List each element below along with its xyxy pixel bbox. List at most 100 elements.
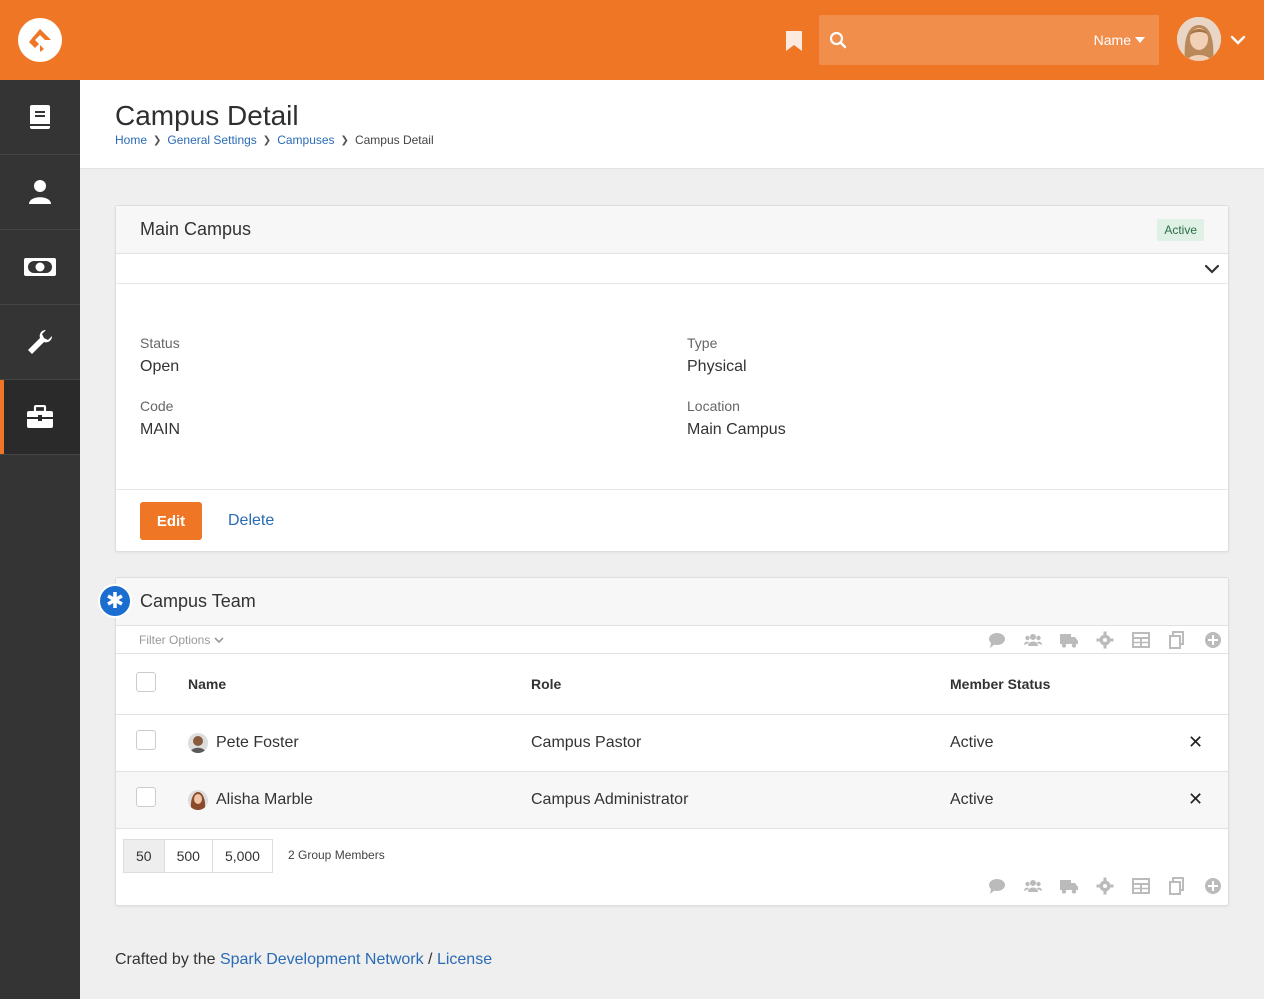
sidebar-item-settings[interactable] <box>0 380 80 455</box>
search-type-dropdown[interactable]: Name <box>1094 32 1145 48</box>
person-icon <box>29 180 51 204</box>
add-circle-icon[interactable] <box>1204 631 1222 649</box>
grid-toolbar-top <box>988 631 1222 649</box>
page-size-5000[interactable]: 5,000 <box>211 838 273 873</box>
user-avatar[interactable] <box>1177 17 1221 61</box>
sidebar-item-book[interactable] <box>0 80 80 155</box>
page-header: Campus Detail Home ❯ General Settings ❯ … <box>80 80 1264 169</box>
breadcrumb-current: Campus Detail <box>354 133 434 147</box>
panel-actions: Edit Delete <box>116 489 1228 552</box>
breadcrumb-chevron-icon: ❯ <box>340 134 349 146</box>
page-footer: Crafted by the Spark Development Network… <box>115 951 492 969</box>
sidebar-item-people[interactable] <box>0 155 80 230</box>
row-checkbox[interactable] <box>136 787 156 807</box>
spark-link[interactable]: Spark Development Network <box>220 951 424 968</box>
sidebar-item-admin-tools[interactable] <box>0 305 80 380</box>
caret-down-icon <box>1135 37 1145 43</box>
gear-icon[interactable] <box>1096 877 1114 895</box>
person-name: Alisha Marble <box>216 790 313 808</box>
table-icon[interactable] <box>1132 877 1150 895</box>
bookmark-icon[interactable] <box>785 30 803 52</box>
book-icon <box>30 105 50 129</box>
role-cell: Campus Pastor <box>531 714 950 772</box>
campus-team-panel: Campus Team Filter Options Name Role Mem… <box>115 577 1229 906</box>
page-size-50[interactable]: 50 <box>123 838 165 873</box>
code-label: Code <box>140 398 174 414</box>
type-label: Type <box>687 335 718 351</box>
grid-toolbar-bottom <box>988 876 1222 895</box>
member-status-cell: Active <box>950 771 1188 829</box>
delete-button[interactable]: Delete <box>228 512 274 530</box>
footer-prefix: Crafted by the <box>115 951 216 968</box>
comment-icon[interactable] <box>988 631 1006 649</box>
page-title: Campus Detail <box>115 100 299 131</box>
table-row[interactable]: Alisha Marble Campus Administrator Activ… <box>116 771 1228 829</box>
code-value: MAIN <box>140 421 180 438</box>
top-bar: Name <box>0 0 1264 80</box>
truck-icon[interactable] <box>1060 877 1078 895</box>
sidebar <box>0 80 80 999</box>
member-status-cell: Active <box>950 714 1188 772</box>
license-link[interactable]: License <box>437 951 492 968</box>
delete-row-icon[interactable]: ✕ <box>1188 789 1203 809</box>
chevron-down-icon[interactable] <box>1204 261 1220 277</box>
page-size-selector: 50 500 5,000 <box>123 838 273 873</box>
status-label: Status <box>140 335 180 351</box>
chevron-down-icon[interactable] <box>1230 32 1246 48</box>
briefcase-icon <box>27 405 53 428</box>
type-value: Physical <box>687 358 747 375</box>
panel-heading: Main Campus Active <box>116 206 1228 254</box>
campus-name-title: Main Campus <box>140 219 252 239</box>
rock-logo-icon[interactable] <box>18 18 62 62</box>
filter-options-toggle[interactable]: Filter Options <box>139 633 224 647</box>
sidebar-item-finance[interactable] <box>0 230 80 305</box>
grid-footer: 50 500 5,000 2 Group Members <box>116 829 1228 904</box>
breadcrumb-home[interactable]: Home <box>115 133 147 147</box>
truck-icon[interactable] <box>1060 631 1078 649</box>
search-input[interactable] <box>859 25 1089 55</box>
search-icon <box>829 31 847 49</box>
column-header-role[interactable]: Role <box>531 654 950 715</box>
campus-detail-panel: Main Campus Active Status Open Type Phys… <box>115 205 1229 552</box>
search-bar: Name <box>819 15 1159 65</box>
asterisk-icon: ✱ <box>98 584 132 618</box>
status-badge: Active <box>1157 219 1204 241</box>
campus-team-title: Campus Team <box>140 591 256 611</box>
users-icon[interactable] <box>1024 631 1042 649</box>
copy-icon[interactable] <box>1168 631 1186 649</box>
breadcrumb-chevron-icon: ❯ <box>153 134 162 146</box>
team-grid: Name Role Member Status Pete Foster Camp… <box>116 654 1228 829</box>
add-circle-icon[interactable] <box>1204 877 1222 895</box>
table-header-row: Name Role Member Status <box>116 654 1228 715</box>
person-cell: Pete Foster <box>188 732 531 753</box>
page-size-500[interactable]: 500 <box>163 838 213 873</box>
row-checkbox[interactable] <box>136 730 156 750</box>
copy-icon[interactable] <box>1168 876 1186 895</box>
gear-icon[interactable] <box>1096 631 1114 649</box>
wrench-icon <box>28 329 53 354</box>
breadcrumb: Home ❯ General Settings ❯ Campuses ❯ Cam… <box>115 133 434 147</box>
breadcrumb-general-settings[interactable]: General Settings <box>167 133 256 147</box>
filter-options-label: Filter Options <box>139 633 211 647</box>
panel-drawer-toggle[interactable] <box>116 254 1228 284</box>
delete-row-icon[interactable]: ✕ <box>1188 732 1203 752</box>
chevron-down-icon <box>214 637 224 644</box>
grid-filter-row: Filter Options <box>116 626 1228 654</box>
location-value: Main Campus <box>687 421 786 438</box>
avatar <box>188 789 208 810</box>
location-label: Location <box>687 398 740 414</box>
footer-separator: / <box>428 951 433 968</box>
table-icon[interactable] <box>1132 631 1150 649</box>
edit-button[interactable]: Edit <box>140 502 202 540</box>
avatar <box>188 732 208 753</box>
comment-icon[interactable] <box>988 877 1006 895</box>
money-icon <box>24 258 56 276</box>
select-all-checkbox[interactable] <box>136 672 156 693</box>
users-icon[interactable] <box>1024 877 1042 895</box>
table-row[interactable]: Pete Foster Campus Pastor Active ✕ <box>116 714 1228 772</box>
breadcrumb-campuses[interactable]: Campuses <box>277 133 334 147</box>
search-type-label: Name <box>1093 32 1131 48</box>
status-value: Open <box>140 358 180 375</box>
column-header-member-status[interactable]: Member Status <box>950 654 1188 715</box>
column-header-name[interactable]: Name <box>188 654 531 715</box>
